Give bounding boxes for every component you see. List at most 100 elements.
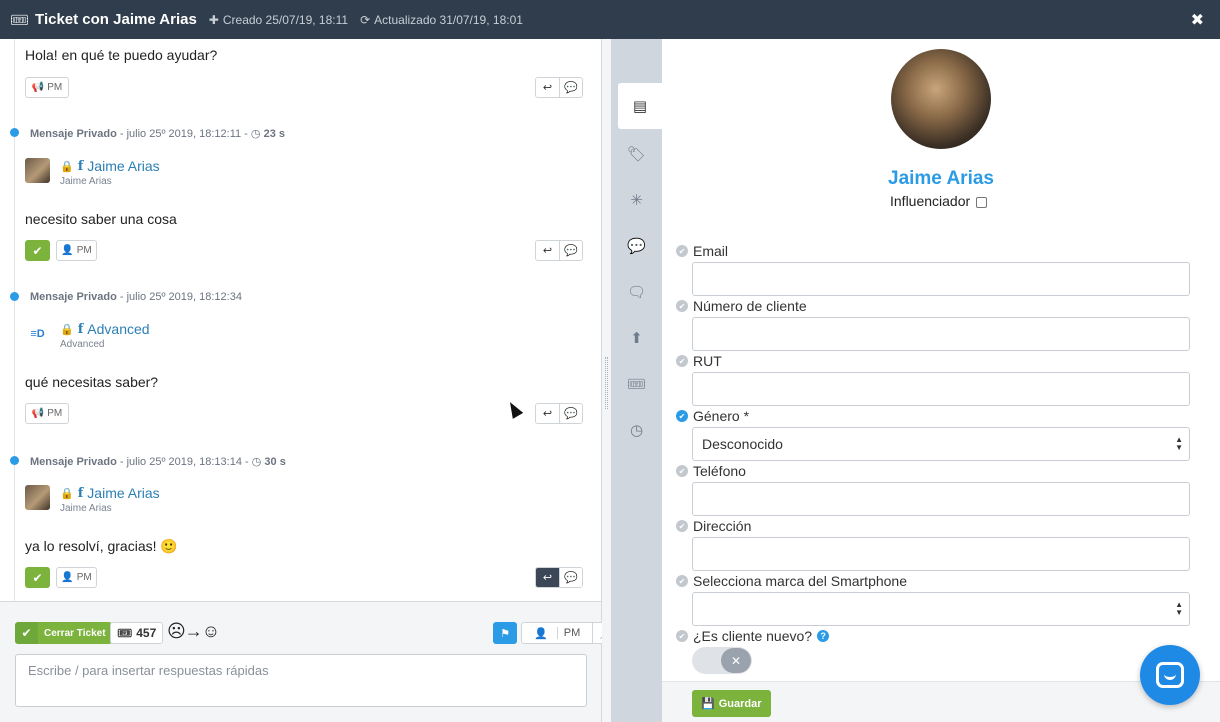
- megaphone-icon: 📢: [31, 408, 45, 419]
- email-field[interactable]: [692, 262, 1190, 296]
- reply-icon[interactable]: ↩: [536, 78, 559, 97]
- new-client-toggle[interactable]: ✕: [692, 647, 752, 674]
- message-input[interactable]: [15, 654, 587, 707]
- ticket-icon: 🎟: [117, 626, 133, 640]
- check-circle-icon: ✔: [676, 245, 688, 257]
- timeline-line: [14, 39, 15, 601]
- created-date: Creado 25/07/19, 18:11: [222, 12, 349, 27]
- reply-actions: ↩ 💬: [535, 567, 583, 588]
- megaphone-icon: 📢: [31, 82, 45, 93]
- user-icon: 👤: [61, 572, 74, 583]
- address-field[interactable]: [692, 537, 1190, 571]
- select-arrows-icon: ▲ ▼: [1175, 435, 1183, 452]
- close-icon: ✕: [721, 648, 751, 673]
- reply-icon[interactable]: ↩: [536, 404, 559, 423]
- panel-splitter[interactable]: [602, 39, 611, 722]
- save-label: Guardar: [718, 697, 762, 710]
- flag-icon: ⚑: [500, 627, 510, 640]
- ticket-icon: 🎟: [10, 11, 30, 29]
- satisfaction-indicator[interactable]: ☹→☺: [167, 621, 220, 642]
- reply-actions: ↩ 💬: [535, 240, 583, 261]
- facebook-icon: f: [77, 321, 84, 337]
- author-subtitle: Jaime Arias: [60, 503, 112, 514]
- rut-label: ✔ RUT: [676, 353, 722, 369]
- side-rail: ▤ 🏷 ✳ 💬 🗨 ⬆ 🎟 ◷: [611, 39, 662, 722]
- pm-button[interactable]: 👤 PM: [522, 623, 592, 643]
- pm-button[interactable]: 👤 PM: [56, 567, 97, 588]
- splitter-grip[interactable]: [605, 357, 608, 409]
- message-author[interactable]: 🔒 f Jaime Arias: [60, 485, 160, 501]
- check-circle-icon: ✔: [676, 520, 688, 532]
- check-circle-icon: ✔: [676, 575, 688, 587]
- check-circle-icon: ✔: [676, 410, 688, 422]
- profile-avatar: [891, 49, 991, 149]
- comment-icon[interactable]: 💬: [559, 404, 582, 423]
- response-time: 30 s: [264, 456, 286, 468]
- gender-value: Desconocido: [702, 436, 783, 452]
- pm-button[interactable]: 📢 PM: [25, 403, 69, 424]
- message-date: - julio 25º 2019, 18:12:11 -: [119, 128, 248, 140]
- upload-icon[interactable]: ⬆: [611, 315, 662, 361]
- clock-icon[interactable]: ◷: [611, 407, 662, 453]
- influencer-checkbox[interactable]: [976, 197, 988, 208]
- author-name: Jaime Arias: [87, 485, 160, 501]
- pm-button[interactable]: 👤 PM: [56, 240, 97, 261]
- author-name: Advanced: [87, 321, 150, 337]
- contact-card-icon[interactable]: ▤: [618, 83, 662, 129]
- clock-icon: ◷: [250, 128, 261, 140]
- ticket-icon[interactable]: 🎟: [611, 361, 662, 407]
- message-meta: Mensaje Privado - julio 25º 2019, 18:13:…: [30, 455, 286, 468]
- reply-icon[interactable]: ↩: [536, 568, 559, 587]
- network-icon[interactable]: ✳: [611, 177, 662, 223]
- ticket-number-badge: 🎟 457: [110, 622, 164, 644]
- plus-icon: ✚: [208, 12, 219, 27]
- flag-button[interactable]: ⚑: [493, 622, 517, 644]
- close-icon[interactable]: ✖: [1191, 10, 1204, 30]
- client-number-field[interactable]: [692, 317, 1190, 351]
- user-icon: 👤: [61, 245, 74, 256]
- conversations-icon[interactable]: 🗨: [611, 269, 662, 315]
- avatar: [25, 158, 50, 183]
- comment-icon[interactable]: 💬: [559, 78, 582, 97]
- timeline-dot: [10, 292, 19, 301]
- check-button[interactable]: ✔: [25, 240, 50, 261]
- reply-actions: ↩ 💬: [535, 77, 583, 98]
- response-time: 23 s: [263, 128, 286, 140]
- profile-name: Jaime Arias: [888, 168, 994, 189]
- message-text: ya lo resolví, gracias! 🙂: [25, 538, 178, 554]
- reply-icon[interactable]: ↩: [536, 241, 559, 260]
- close-ticket-button[interactable]: ✔ Cerrar Ticket: [15, 622, 112, 644]
- message-kind: Mensaje Privado: [30, 128, 117, 140]
- chat-icon: [1156, 662, 1184, 688]
- tag-icon[interactable]: 🏷: [611, 131, 662, 177]
- gender-select[interactable]: Desconocido ▲ ▼: [692, 427, 1190, 461]
- check-icon: ✔: [15, 622, 38, 644]
- message-text: qué necesitas saber?: [25, 374, 159, 390]
- author-name: Jaime Arias: [87, 158, 160, 174]
- ticket-number: 457: [136, 626, 157, 640]
- influencer-label: Influenciador: [890, 193, 971, 209]
- check-icon: ✔: [32, 570, 43, 585]
- check-circle-icon: ✔: [676, 465, 688, 477]
- pm-button[interactable]: 📢 PM: [25, 77, 69, 98]
- check-button[interactable]: ✔: [25, 567, 50, 588]
- conversation-panel[interactable]: Hola! en qué te puedo ayudar? 📢 PM ↩ 💬 Men…: [0, 39, 602, 601]
- chat-bubble-icon[interactable]: 💬: [611, 223, 662, 269]
- message-author[interactable]: 🔒 f Jaime Arias: [60, 158, 160, 174]
- author-subtitle: Jaime Arias: [60, 176, 112, 187]
- save-button[interactable]: 💾 Guardar: [692, 690, 771, 717]
- brand-select[interactable]: ▲ ▼: [692, 592, 1190, 626]
- phone-field[interactable]: [692, 482, 1190, 516]
- profile-panel[interactable]: Jaime Arias Influenciador ✔ Email ✔ Número…: [662, 39, 1220, 722]
- chat-launcher-button[interactable]: [1140, 645, 1200, 705]
- rut-field[interactable]: [692, 372, 1190, 406]
- author-subtitle: Advanced: [60, 339, 105, 350]
- help-icon[interactable]: ?: [817, 630, 830, 642]
- message-text: necesito saber una cosa: [25, 211, 177, 227]
- updated-meta: ⟳ Actualizado 31/07/19, 18:01: [360, 13, 523, 27]
- email-label: ✔ Email: [676, 243, 728, 259]
- comment-icon[interactable]: 💬: [559, 241, 582, 260]
- lock-icon: 🔒: [60, 160, 74, 173]
- comment-icon[interactable]: 💬: [559, 568, 582, 587]
- message-author[interactable]: 🔒 f Advanced: [60, 321, 150, 337]
